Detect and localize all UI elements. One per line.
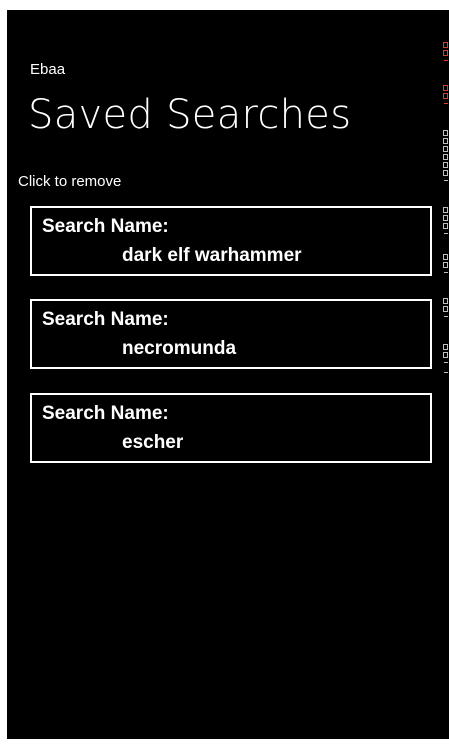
checkbox-icon: [443, 42, 448, 48]
checkbox-icon: [443, 146, 448, 152]
search-name-value: escher: [122, 432, 184, 453]
saved-search-item[interactable]: Search Name: necromunda: [30, 299, 432, 369]
divider-line: [444, 60, 448, 61]
search-name-label: Search Name:: [42, 216, 169, 237]
checkbox-icon: [443, 306, 448, 312]
divider-line: [444, 272, 448, 273]
app-screen: Ebaa Saved Searches Click to remove Sear…: [7, 10, 449, 739]
divider-line: [444, 180, 448, 181]
checkbox-icon: [443, 130, 448, 136]
checkbox-icon: [443, 154, 448, 160]
checkbox-icon: [443, 262, 448, 268]
checkbox-icon: [443, 298, 448, 304]
search-name-value: dark elf warhammer: [122, 245, 302, 266]
checkbox-icon: [443, 162, 448, 168]
checkbox-icon: [443, 50, 448, 56]
checkbox-icon: [443, 93, 448, 99]
saved-search-item[interactable]: Search Name: dark elf warhammer: [30, 206, 432, 276]
divider-line: [444, 362, 448, 363]
clipped-side-content: [443, 40, 449, 390]
divider-line: [444, 103, 448, 104]
divider-line: [444, 372, 448, 373]
divider-line: [444, 316, 448, 317]
search-name-label: Search Name:: [42, 309, 169, 330]
checkbox-icon: [443, 215, 448, 221]
checkbox-icon: [443, 138, 448, 144]
page-title: Saved Searches: [28, 92, 352, 138]
checkbox-icon: [443, 207, 448, 213]
search-name-label: Search Name:: [42, 403, 169, 424]
checkbox-icon: [443, 254, 448, 260]
instruction-text: Click to remove: [18, 173, 122, 190]
checkbox-icon: [443, 352, 448, 358]
saved-search-item[interactable]: Search Name: escher: [30, 393, 432, 463]
checkbox-icon: [443, 344, 448, 350]
checkbox-icon: [443, 170, 448, 176]
app-name: Ebaa: [30, 61, 66, 78]
checkbox-icon: [443, 223, 448, 229]
search-name-value: necromunda: [122, 338, 237, 359]
divider-line: [444, 233, 448, 234]
checkbox-icon: [443, 85, 448, 91]
